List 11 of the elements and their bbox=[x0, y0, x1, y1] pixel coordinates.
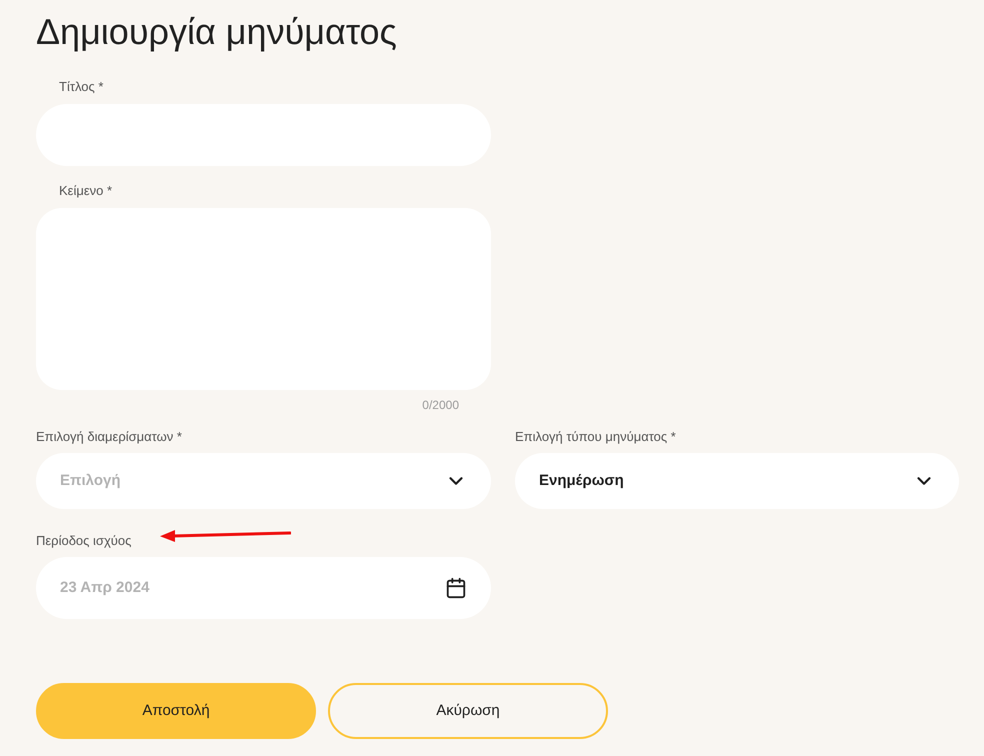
field-label: Επιλογή διαμερίσματων * bbox=[36, 429, 182, 445]
field-label: Κείμενο * bbox=[59, 183, 112, 199]
field-label: Περίοδος ισχύος bbox=[36, 533, 132, 549]
field-label: Τίτλος * bbox=[59, 79, 104, 95]
calendar-icon bbox=[445, 577, 467, 599]
page-title: Δημιουργία μηνύματος bbox=[36, 12, 397, 52]
field-label: Επιλογή τύπου μηνύματος * bbox=[515, 429, 676, 445]
character-counter: 0/2000 bbox=[422, 398, 459, 412]
send-button[interactable]: Αποστολή bbox=[36, 683, 316, 739]
cancel-button[interactable]: Ακύρωση bbox=[328, 683, 608, 739]
dropdown-select[interactable]: Ενημέρωση bbox=[515, 453, 959, 509]
